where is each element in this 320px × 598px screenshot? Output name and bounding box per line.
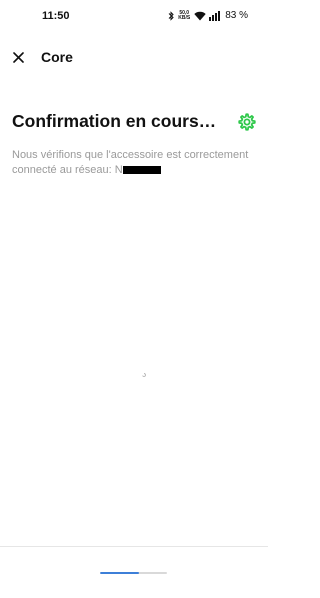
redacted-network-name — [122, 166, 161, 174]
page-title: Confirmation en cours… — [12, 111, 217, 131]
progress-fill — [100, 572, 139, 574]
app-bar: Core — [0, 38, 268, 74]
status-description: Nous vérifions que l'accessoire est corr… — [12, 148, 258, 178]
settings-button[interactable] — [237, 112, 257, 132]
close-button[interactable] — [8, 47, 28, 67]
network-speed-unit: KB/S — [178, 14, 191, 21]
bluetooth-icon — [168, 10, 174, 21]
wifi-icon — [194, 11, 206, 21]
gear-icon — [238, 113, 256, 131]
status-bar: 11:50 50,0 KB/S 83 % — [0, 0, 268, 32]
app-title: Core — [41, 49, 73, 65]
battery-percent: 83 % — [225, 10, 248, 21]
footer-divider — [0, 546, 268, 547]
progress-bar — [100, 572, 167, 574]
signal-icon — [209, 10, 221, 21]
close-icon — [12, 51, 24, 63]
status-icons: 50,0 KB/S 83 % — [168, 9, 248, 22]
network-speed: 50,0 KB/S — [178, 10, 191, 21]
status-time: 11:50 — [42, 10, 70, 22]
loading-spinner — [142, 364, 146, 377]
